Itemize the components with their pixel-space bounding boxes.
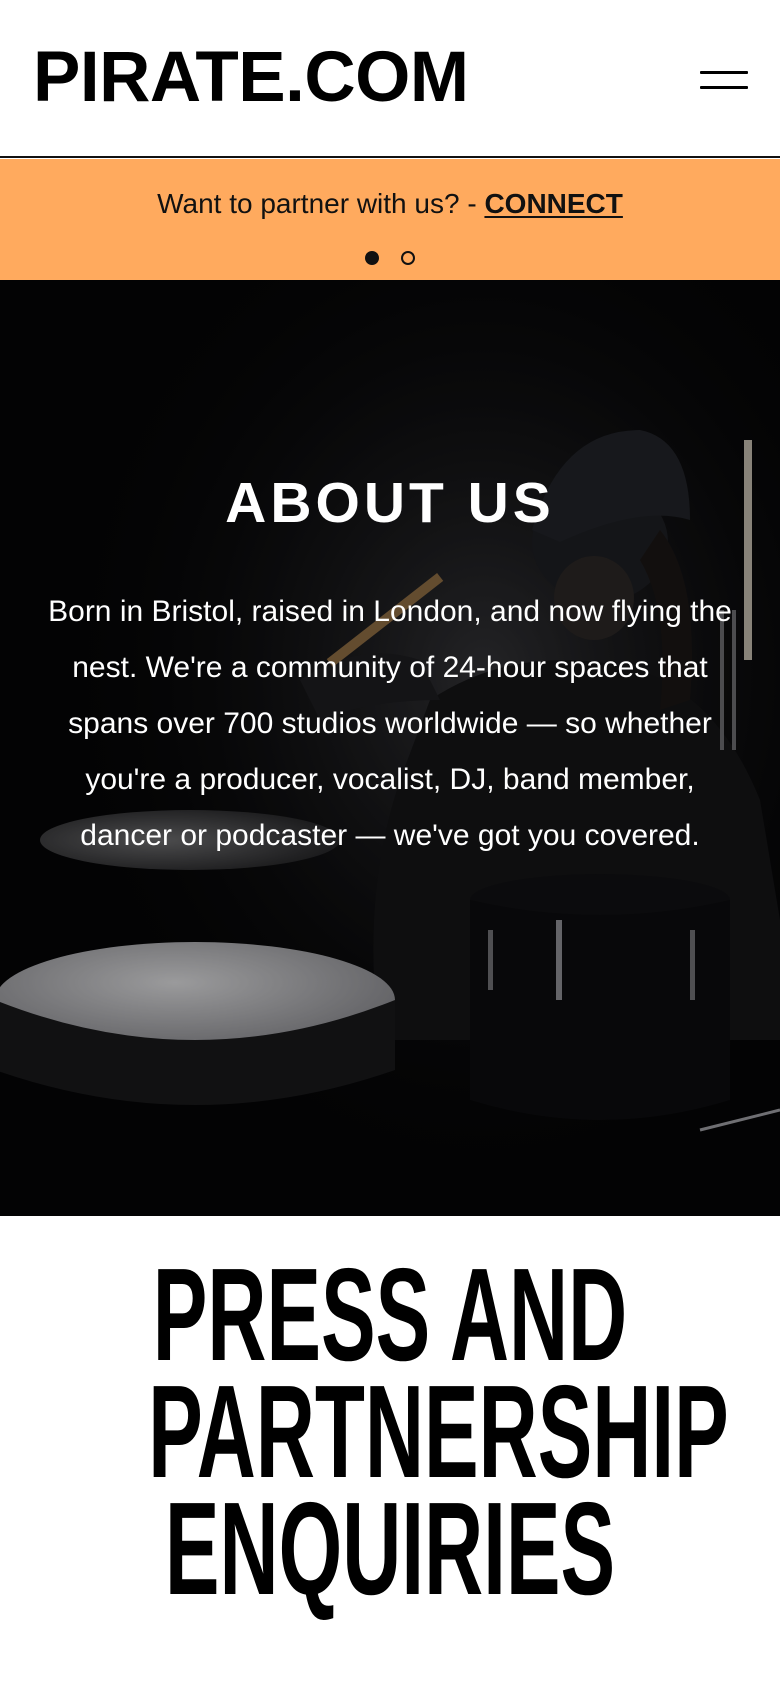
press-title: PRESS AND PARTNERSHIP ENQUIRIES	[148, 1241, 729, 1622]
carousel-dots	[0, 251, 780, 267]
menu-line-bottom	[700, 86, 748, 89]
about-body-text: Born in Bristol, raised in London, and n…	[48, 595, 732, 852]
about-section: ABOUT US Born in Bristol, raised in Lond…	[0, 280, 780, 1216]
menu-line-top	[700, 71, 748, 74]
about-title: ABOUT US	[225, 471, 555, 535]
carousel-dot-1[interactable]	[365, 251, 379, 265]
connect-link[interactable]: CONNECT	[484, 188, 622, 219]
carousel-dot-2[interactable]	[401, 251, 415, 265]
partner-banner: Want to partner with us? - CONNECT	[0, 159, 780, 280]
banner-text: Want to partner with us? -	[157, 188, 485, 219]
press-section: PRESS AND PARTNERSHIP ENQUIRIES	[0, 1216, 780, 1688]
banner-message: Want to partner with us? - CONNECT	[0, 187, 780, 221]
site-logo[interactable]: PIRATE.COM	[33, 38, 469, 118]
site-header: PIRATE.COM	[0, 0, 780, 158]
hamburger-menu-icon[interactable]	[694, 62, 754, 98]
